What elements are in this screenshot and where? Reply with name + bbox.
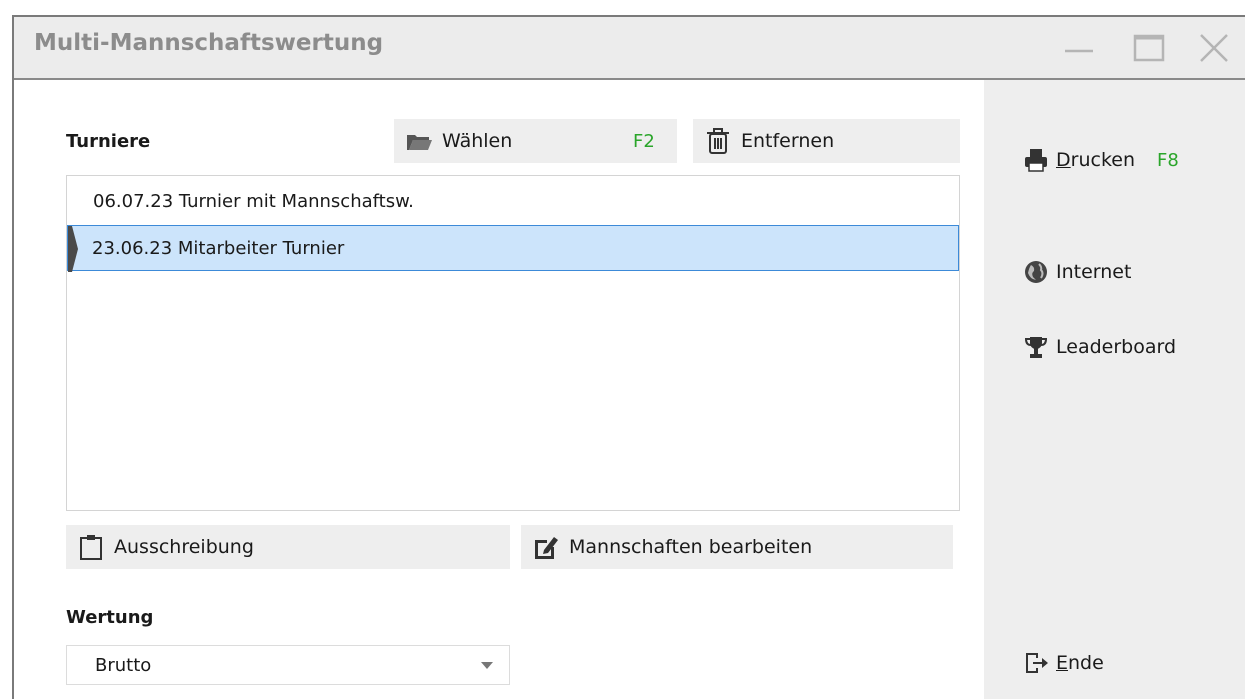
exit-label-mnemonic: E (1056, 652, 1069, 674)
folder-open-icon (404, 126, 434, 156)
printer-icon (1022, 146, 1050, 174)
tournament-list[interactable]: 06.07.23 Turnier mit Mannschaftsw. 23.06… (66, 175, 960, 511)
print-shortcut: F8 (1157, 149, 1179, 171)
choose-button-label: Wählen (442, 130, 513, 152)
leaderboard-label: Leaderboard (1056, 336, 1177, 358)
list-item-label: 23.06.23 Mitarbeiter Turnier (92, 237, 345, 259)
remove-tournament-button[interactable]: Entfernen (693, 119, 960, 163)
close-icon (1200, 34, 1228, 62)
ausschreibung-button[interactable]: Ausschreibung (66, 525, 510, 569)
exit-icon (1022, 649, 1050, 677)
exit-label: Ende (1056, 652, 1104, 674)
exit-button[interactable]: Ende (1022, 649, 1104, 677)
internet-button[interactable]: Internet (1022, 258, 1131, 286)
minimize-button[interactable] (1062, 31, 1096, 65)
edit-teams-button[interactable]: Mannschaften bearbeiten (521, 525, 953, 569)
print-label-mnemonic: D (1056, 149, 1071, 171)
print-label-rest: rucken (1070, 149, 1135, 171)
globe-icon (1022, 258, 1050, 286)
remove-button-label: Entfernen (741, 130, 835, 152)
choose-tournament-button[interactable]: Wählen F2 (394, 119, 677, 163)
maximize-icon (1133, 34, 1165, 62)
list-item-selected[interactable]: 23.06.23 Mitarbeiter Turnier (67, 225, 959, 272)
wertung-value: Brutto (95, 654, 152, 676)
leaderboard-button[interactable]: Leaderboard (1022, 333, 1176, 361)
edit-teams-label: Mannschaften bearbeiten (569, 536, 813, 558)
chevron-down-icon[interactable] (465, 646, 509, 684)
window-title: Multi-Mannschaftswertung (34, 30, 384, 56)
list-item-label: 06.07.23 Turnier mit Mannschaftsw. (93, 190, 414, 212)
title-bar: Multi-Mannschaftswertung (14, 17, 1245, 80)
maximize-button[interactable] (1132, 31, 1166, 65)
trophy-icon (1022, 333, 1050, 361)
trash-icon (703, 126, 733, 156)
print-button[interactable]: Drucken F8 (1022, 146, 1179, 174)
wertung-select[interactable]: Brutto (66, 645, 510, 685)
ausschreibung-label: Ausschreibung (114, 536, 254, 558)
right-action-panel: Drucken F8 Internet Leaderboard Ende (984, 80, 1245, 699)
wertung-label: Wertung (66, 607, 154, 628)
clipboard-icon (76, 532, 106, 562)
app-window: Multi-Mannschaftswertung Turniere Wählen… (12, 15, 1245, 699)
minimize-icon (1065, 49, 1093, 53)
close-button[interactable] (1197, 31, 1231, 65)
print-label: Drucken (1056, 149, 1135, 171)
turniere-label: Turniere (66, 131, 151, 152)
row-marker-icon (68, 226, 78, 272)
choose-shortcut: F2 (633, 130, 655, 152)
edit-icon (531, 532, 561, 562)
internet-label: Internet (1056, 261, 1132, 283)
exit-label-rest: nde (1068, 652, 1104, 674)
list-item[interactable]: 06.07.23 Turnier mit Mannschaftsw. (67, 178, 959, 224)
